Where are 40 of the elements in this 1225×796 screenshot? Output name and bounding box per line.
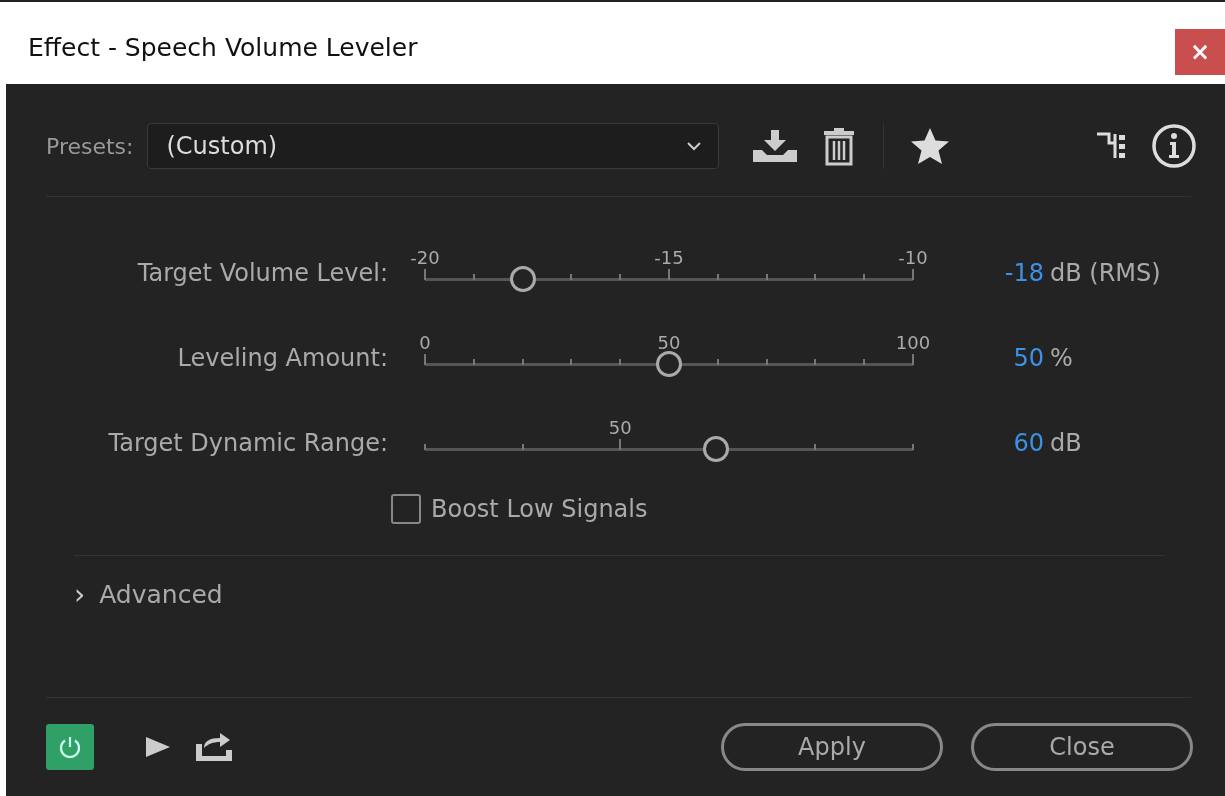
- slider[interactable]: 0 50 100: [410, 321, 928, 383]
- chevron-down-icon: [686, 141, 703, 151]
- download-icon[interactable]: [751, 128, 800, 164]
- tick-label: -10: [898, 247, 928, 268]
- dialog-button[interactable]: Apply: [721, 723, 943, 771]
- slider[interactable]: -20 -15 -10: [410, 236, 928, 298]
- section-toggle[interactable]: Advanced: [99, 580, 223, 609]
- info-icon[interactable]: [1151, 123, 1197, 169]
- unit-label: dB (RMS): [1050, 259, 1161, 287]
- unit-label: %: [1050, 344, 1073, 372]
- slider-label: Target Volume Level:: [136, 259, 388, 287]
- slider-thumb[interactable]: [509, 266, 536, 292]
- presets-dropdown[interactable]: (Custom): [147, 123, 720, 169]
- star-icon[interactable]: [910, 127, 951, 165]
- power-icon: [57, 734, 83, 760]
- tick-label: -20: [410, 247, 440, 268]
- window-title: Effect - Speech Volume Leveler: [28, 32, 418, 62]
- tick-label: 50: [657, 332, 681, 353]
- tick-label: 100: [895, 332, 931, 353]
- presets-label: Presets:: [46, 133, 134, 159]
- slider-thumb[interactable]: [656, 351, 682, 377]
- slider-thumb[interactable]: [703, 436, 730, 462]
- close-button[interactable]: ×: [1175, 29, 1225, 75]
- play-icon[interactable]: [144, 735, 172, 759]
- unit-label: dB: [1050, 429, 1082, 457]
- caret-icon[interactable]: ›: [74, 578, 86, 611]
- checkbox[interactable]: [391, 494, 421, 524]
- tick-label: 0: [419, 332, 431, 353]
- value-field[interactable]: 50: [1000, 344, 1044, 372]
- checkbox-label[interactable]: Boost Low Signals: [431, 495, 648, 523]
- value-field[interactable]: 60: [1000, 429, 1044, 457]
- tick-label: 50: [608, 417, 632, 438]
- slider-label: Leveling Amount:: [176, 344, 388, 372]
- slider[interactable]: 50: [410, 406, 928, 468]
- slider-label: Target Dynamic Range:: [107, 429, 388, 457]
- tick-label: -15: [654, 247, 684, 268]
- power-button[interactable]: [46, 724, 94, 770]
- value-field[interactable]: -18: [1000, 259, 1044, 287]
- export-icon[interactable]: [194, 732, 234, 762]
- dialog-button[interactable]: Close: [971, 723, 1193, 771]
